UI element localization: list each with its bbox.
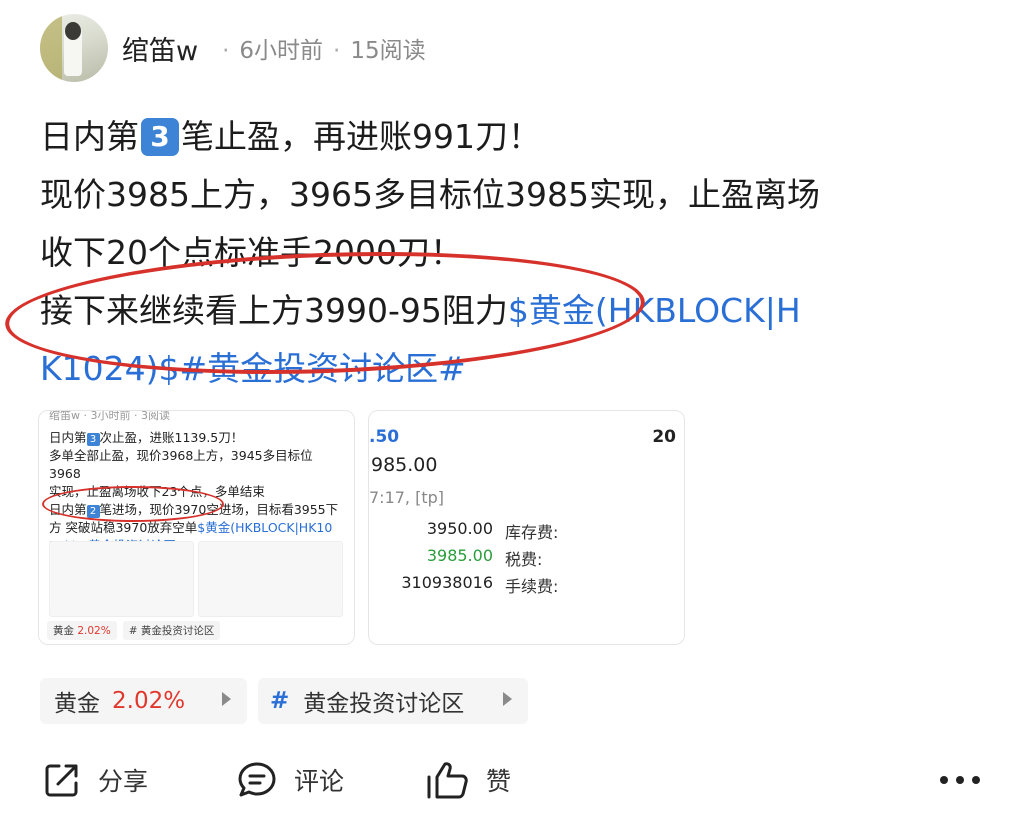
trade-row: 3950.00 库存费: (426, 519, 559, 542)
number-3-emoji-icon: 3 (141, 118, 179, 156)
share-label: 分享 (98, 767, 149, 796)
thumbs-up-icon (427, 762, 468, 799)
post-line: 收下20个点标准手2000刀！ (40, 233, 463, 272)
avatar-hair (65, 22, 81, 40)
stock-link-cont[interactable]: K1024)$ (40, 349, 180, 388)
trade-volume: 20 (652, 427, 676, 447)
thumb-stock-tag: 黄金 2.02% (47, 621, 117, 640)
number-3-emoji-icon: 3 (86, 433, 100, 446)
post-header: 绾笛w · 6小时前 · 15阅读 (40, 12, 426, 84)
like-button[interactable]: 赞 (426, 752, 511, 808)
topic-tag[interactable]: # 黄金投资讨论区 (258, 678, 528, 724)
comment-button[interactable]: 评论 (236, 752, 344, 808)
image-thumbnail-1[interactable]: 绾笛w · 3小时前 · 3阅读 日内第 3 次止盈，进账1139.5刀！ 多单全部… (38, 410, 355, 645)
comment-icon (238, 762, 276, 797)
caret-right-icon (222, 692, 231, 706)
trade-value: .50 (369, 427, 400, 447)
stock-tag-name: 黄金 (54, 691, 100, 717)
share-button[interactable]: 分享 (42, 752, 148, 808)
nested-thumbnail (49, 541, 194, 617)
trade-row: 310938016 手续费: (401, 573, 559, 596)
thumb-tags: 黄金 2.02% # 黄金投资讨论区 (47, 621, 221, 640)
post-text: 笔止盈，再进账991刀！ (181, 117, 541, 156)
more-options-icon[interactable] (940, 776, 980, 784)
post-text: 日内第 (40, 117, 139, 156)
stock-tag[interactable]: 黄金 2.02% (40, 678, 247, 724)
thumb-topic-tag: # 黄金投资讨论区 (122, 621, 221, 640)
thumb-red-annotation-ellipse (42, 486, 224, 522)
meta-separator: · (333, 38, 341, 64)
topic-tag-name: 黄金投资讨论区 (303, 691, 465, 717)
post-body: 日内第 3 笔止盈，再进账991刀！ 现价3985上方，3965多目标位3985实现… (40, 108, 990, 398)
caret-right-icon (503, 692, 512, 706)
post-line: 现价3985上方，3965多目标位3985实现，止盈离场 (40, 175, 820, 214)
like-label: 赞 (486, 767, 512, 796)
nested-thumbnail (198, 541, 343, 617)
trade-row: 3985.00 税费: (426, 546, 543, 569)
avatar[interactable] (40, 14, 108, 82)
meta-separator: · (222, 38, 230, 64)
post-line: K1024)$#黄金投资讨论区# (40, 340, 990, 398)
stock-link[interactable]: $黄金(HKBLOCK|H (508, 291, 801, 330)
hash-icon: # (270, 688, 290, 714)
topic-link[interactable]: #黄金投资讨论区# (180, 349, 466, 388)
post-line: 接下来继续看上方3990-95阻力$黄金(HKBLOCK|H (40, 282, 990, 340)
image-thumbnail-2[interactable]: .50 20 985.00 7:17, [tp] 3950.00 库存费: 398… (368, 410, 685, 645)
stock-tag-change: 2.02% (112, 688, 186, 714)
trade-time: 7:17, [tp] (369, 488, 445, 507)
action-bar: 分享 评论 赞 (0, 752, 1024, 808)
post-meta: · 6小时前 · 15阅读 (212, 31, 426, 65)
trade-price: 985.00 (371, 454, 438, 476)
nested-thumbnails (49, 541, 343, 617)
thumb-header: 绾笛w · 3小时前 · 3阅读 (49, 410, 170, 422)
comment-label: 评论 (294, 767, 345, 796)
author-name[interactable]: 绾笛w (122, 29, 198, 68)
post-line: 日内第 3 笔止盈，再进账991刀！ (40, 108, 990, 166)
read-count: 15阅读 (350, 38, 426, 64)
post-time: 6小时前 (239, 38, 324, 64)
avatar-foliage (40, 14, 62, 82)
share-icon (45, 764, 78, 797)
post-text: 接下来继续看上方3990-95阻力 (40, 291, 508, 330)
